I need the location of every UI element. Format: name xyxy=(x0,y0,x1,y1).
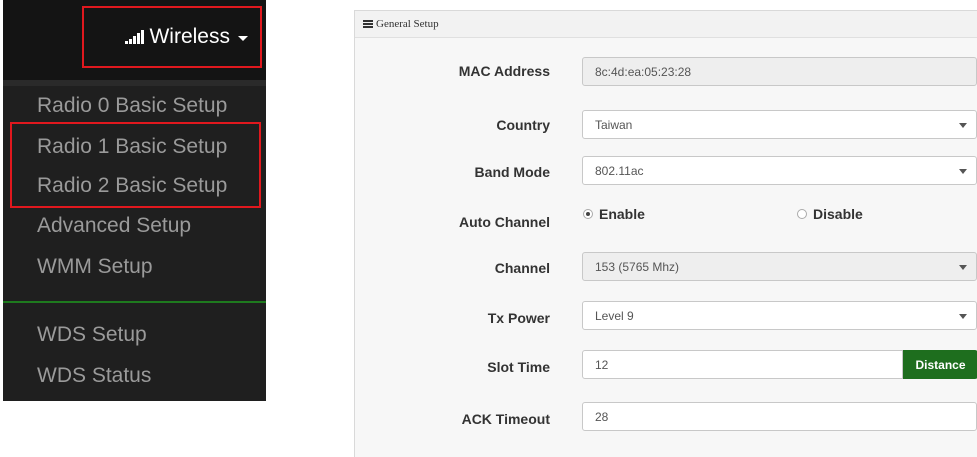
slot-time-value: 12 xyxy=(595,357,609,372)
auto-channel-enable-label: Enable xyxy=(599,206,645,222)
tx-power-label: Tx Power xyxy=(487,310,550,326)
menu-item-wds-setup[interactable]: WDS Setup xyxy=(37,320,147,350)
tx-power-select[interactable]: Level 9 xyxy=(582,301,977,330)
auto-channel-enable-radio[interactable]: Enable xyxy=(583,206,645,222)
nav-bar-bottom-stripe xyxy=(3,80,266,86)
wireless-menu-button[interactable]: Wireless xyxy=(82,6,262,68)
tx-power-value: Level 9 xyxy=(595,308,634,323)
country-select[interactable]: Taiwan xyxy=(582,110,977,139)
radio-unchecked-icon xyxy=(797,209,807,219)
menu-item-advanced-setup[interactable]: Advanced Setup xyxy=(37,211,191,241)
mac-address-value: 8c:4d:ea:05:23:28 xyxy=(595,64,692,79)
ack-timeout-input[interactable]: 28 xyxy=(582,402,977,431)
slot-time-input[interactable]: 12 xyxy=(582,350,903,379)
channel-value: 153 (5765 Mhz) xyxy=(595,259,680,274)
panel-header: General Setup xyxy=(355,11,977,38)
caret-down-icon xyxy=(238,36,248,41)
dropdown-arrow-icon xyxy=(959,265,967,270)
band-mode-value: 802.11ac xyxy=(595,163,644,178)
menu-divider xyxy=(3,301,266,303)
menu-item-wmm-setup[interactable]: WMM Setup xyxy=(37,252,153,282)
dropdown-arrow-icon xyxy=(959,123,967,128)
ack-timeout-label: ACK Timeout xyxy=(461,411,550,427)
radio-items-highlight-box xyxy=(10,122,261,208)
panel-title: General Setup xyxy=(376,18,439,30)
country-label: Country xyxy=(496,117,550,133)
distance-button[interactable]: Distance xyxy=(903,350,977,379)
channel-select: 153 (5765 Mhz) xyxy=(582,252,977,281)
slot-time-label: Slot Time xyxy=(487,359,550,375)
band-mode-label: Band Mode xyxy=(474,164,550,180)
auto-channel-disable-radio[interactable]: Disable xyxy=(797,206,863,222)
menu-item-wds-status[interactable]: WDS Status xyxy=(37,361,151,391)
menu-item-radio0-basic-setup[interactable]: Radio 0 Basic Setup xyxy=(37,91,227,121)
dropdown-arrow-icon xyxy=(959,169,967,174)
band-mode-select[interactable]: 802.11ac xyxy=(582,156,977,185)
mac-address-field: 8c:4d:ea:05:23:28 xyxy=(582,57,977,86)
signal-bars-icon xyxy=(125,30,145,44)
auto-channel-label: Auto Channel xyxy=(459,214,550,230)
wireless-menu-label: Wireless xyxy=(149,25,230,48)
mac-address-label: MAC Address xyxy=(458,63,550,79)
dropdown-arrow-icon xyxy=(959,314,967,319)
radio-checked-icon xyxy=(583,209,593,219)
list-icon xyxy=(363,19,373,29)
ack-timeout-value: 28 xyxy=(595,409,609,424)
channel-label: Channel xyxy=(494,260,550,276)
auto-channel-disable-label: Disable xyxy=(813,206,863,222)
country-value: Taiwan xyxy=(595,117,633,132)
general-setup-panel: General Setup MAC Address 8c:4d:ea:05:23… xyxy=(354,10,977,457)
